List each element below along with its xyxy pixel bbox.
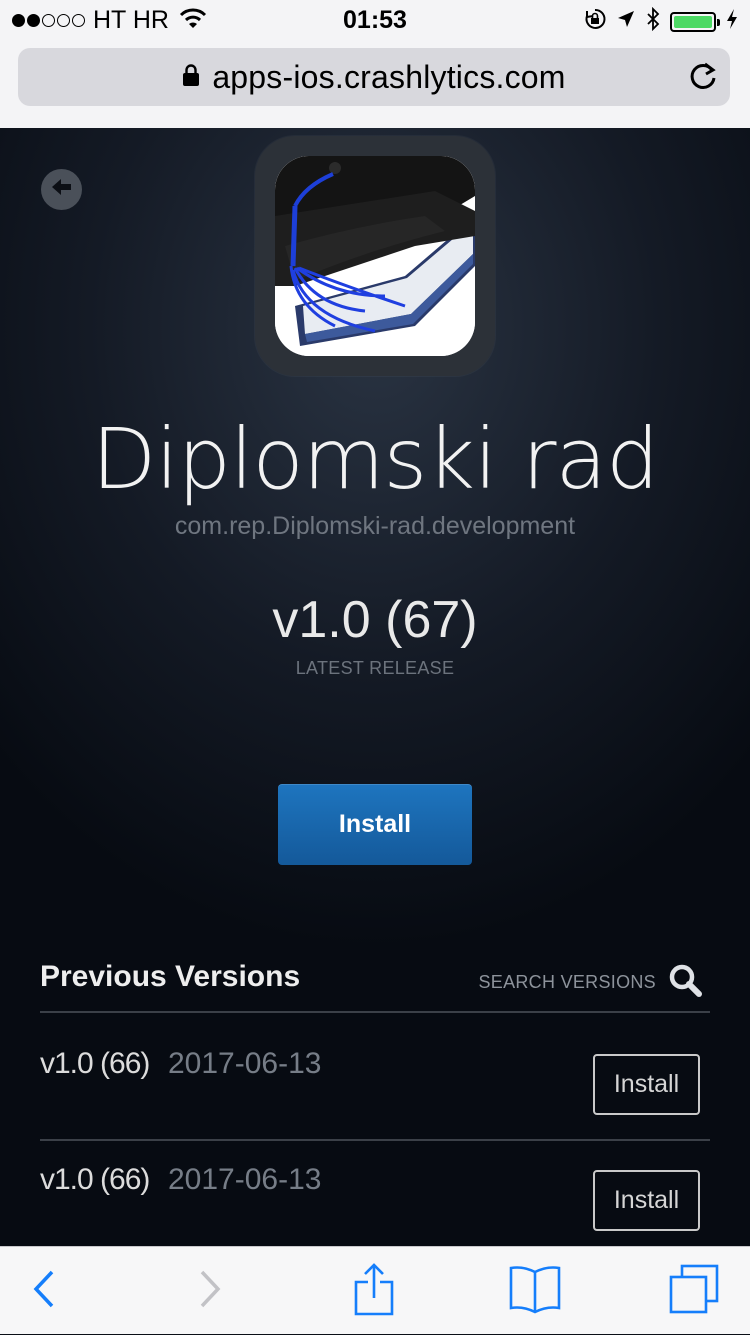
row-version: v1.0 (66) bbox=[40, 1163, 150, 1196]
browser-toolbar bbox=[0, 1246, 750, 1334]
arrow-left-icon bbox=[50, 177, 74, 202]
bookmarks-button[interactable] bbox=[505, 1247, 565, 1335]
forward-icon bbox=[198, 1269, 222, 1314]
browser-chrome: apps-ios.crashlytics.com bbox=[0, 40, 750, 128]
share-button[interactable] bbox=[344, 1247, 404, 1335]
orientation-lock-icon bbox=[584, 8, 606, 35]
search-versions-label: SEARCH VERSIONS bbox=[478, 972, 656, 992]
status-bar: HT HR 01:53 bbox=[0, 0, 750, 40]
back-nav-button[interactable] bbox=[14, 1247, 74, 1335]
search-versions-button[interactable]: SEARCH VERSIONS bbox=[478, 963, 702, 1002]
lock-icon bbox=[182, 63, 200, 92]
charging-icon bbox=[726, 8, 738, 35]
install-latest-button[interactable]: Install bbox=[278, 784, 472, 865]
url-text[interactable]: apps-ios.crashlytics.com bbox=[212, 59, 565, 96]
tabs-icon bbox=[668, 1263, 720, 1320]
row-date: 2017-06-13 bbox=[168, 1163, 322, 1196]
address-bar[interactable]: apps-ios.crashlytics.com bbox=[18, 48, 730, 106]
forward-nav-button[interactable] bbox=[180, 1247, 240, 1335]
divider bbox=[40, 1011, 710, 1013]
battery-level bbox=[674, 15, 712, 28]
bookmarks-icon bbox=[508, 1264, 562, 1319]
app-icon bbox=[275, 156, 475, 356]
location-icon bbox=[616, 9, 636, 34]
previous-versions-heading: Previous Versions bbox=[40, 960, 301, 993]
row-date: 2017-06-13 bbox=[168, 1047, 322, 1080]
status-right bbox=[584, 6, 738, 36]
app-page: Diplomski rad com.rep.Diplomski-rad.deve… bbox=[0, 128, 750, 1246]
row-version: v1.0 (66) bbox=[40, 1047, 150, 1080]
latest-release-label: LATEST RELEASE bbox=[295, 658, 455, 678]
back-button[interactable] bbox=[41, 169, 82, 210]
battery-icon bbox=[670, 11, 720, 32]
graduation-cap-icon bbox=[275, 156, 475, 356]
divider bbox=[40, 1139, 710, 1141]
share-icon bbox=[354, 1262, 394, 1321]
tabs-button[interactable] bbox=[664, 1247, 724, 1335]
search-icon bbox=[668, 963, 702, 1002]
row-install-button[interactable]: Install bbox=[593, 1170, 700, 1231]
back-icon bbox=[32, 1269, 56, 1314]
app-title: Diplomski rad bbox=[91, 410, 660, 508]
bluetooth-icon bbox=[646, 6, 660, 36]
reload-icon[interactable] bbox=[688, 61, 718, 98]
app-icon-frame bbox=[255, 136, 495, 376]
bundle-id: com.rep.Diplomski-rad.development bbox=[174, 512, 576, 540]
latest-version: v1.0 (67) bbox=[272, 591, 478, 649]
row-install-button[interactable]: Install bbox=[593, 1054, 700, 1115]
